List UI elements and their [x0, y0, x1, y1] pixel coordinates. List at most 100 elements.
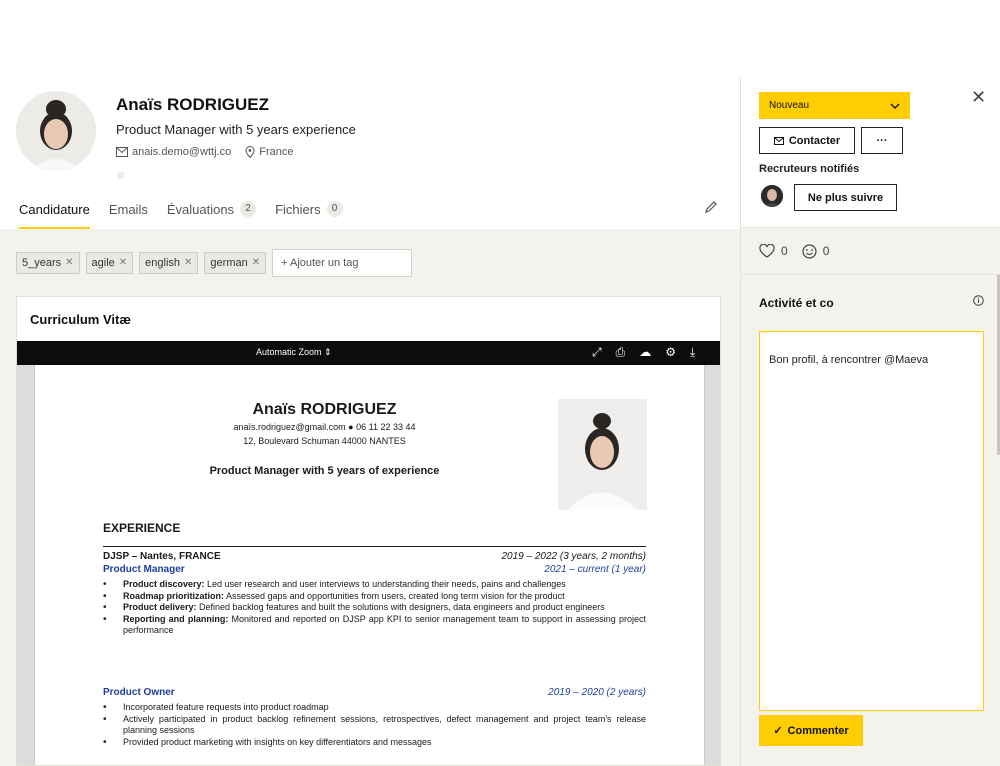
tab-label: Candidature [19, 201, 90, 217]
more-options-button[interactable]: ··· [861, 127, 903, 154]
tag-label: agile [91, 257, 115, 269]
cv-bullet-list: Product discovery: Led user research and… [103, 579, 646, 637]
candidate-meta: anais.demo@wttj.co France [116, 146, 293, 158]
section-divider [103, 546, 646, 547]
cv-company-dates: 2019 – 2022 (3 years, 2 months) [501, 551, 646, 562]
tab-label: Emails [108, 201, 148, 217]
tag-list: 5_years ✕ agile ✕ english ✕ german ✕ + Ajout… [16, 249, 413, 277]
cv-bullet-heading: Product delivery: [123, 602, 197, 612]
print-icon[interactable]: ⎙ [616, 345, 626, 360]
remove-tag-icon[interactable]: ✕ [252, 253, 260, 273]
status-dropdown[interactable]: Nouveau [759, 92, 910, 119]
remove-tag-icon[interactable]: ✕ [119, 253, 127, 273]
candidate-location: France [245, 146, 293, 158]
cv-bullet-text: Assessed gaps and opportunities from use… [224, 590, 565, 601]
activity-title: Activité et co [759, 296, 834, 310]
cv-bullet-heading: Reporting and planning: [123, 613, 229, 624]
updown-icon: ⇕ [324, 347, 332, 357]
contact-button[interactable]: Contacter [759, 127, 855, 154]
cv-bullet: Reporting and planning: Monitored and re… [103, 614, 646, 637]
like-reaction[interactable]: 0 [759, 244, 788, 258]
cv-section-title: EXPERIENCE [103, 521, 181, 535]
tab-label: Évaluations [166, 201, 235, 217]
cv-card-title: Curriculum Vitæ [30, 312, 131, 327]
like-count: 0 [781, 244, 788, 258]
cv-name: Anaïs RODRIGUEZ [252, 401, 397, 418]
pencil-icon[interactable] [704, 200, 718, 214]
tab-count-badge: 2 [240, 201, 257, 217]
cv-bullet-heading: Product discovery: [123, 579, 205, 589]
candidate-page: Anaïs RODRIGUEZ Product Manager with 5 y… [0, 0, 1000, 766]
pdf-viewport[interactable]: Anaïs RODRIGUEZ anaïs.rodriguez@gmail.co… [17, 365, 720, 765]
cv-role: Product Owner [103, 687, 175, 698]
cv-photo [558, 399, 647, 510]
cloud-download-icon[interactable]: ☁ [639, 345, 651, 360]
remove-tag-icon[interactable]: ✕ [65, 253, 73, 273]
reactions-bar: 0 0 [741, 227, 1000, 275]
cv-role-dates: 2019 – 2020 (2 years) [548, 687, 646, 698]
pdf-page: Anaïs RODRIGUEZ anaïs.rodriguez@gmail.co… [34, 365, 705, 765]
cv-contact: anaïs.rodriguez@gmail.com ● 06 11 22 33 … [233, 422, 416, 432]
cv-bullet: Roadmap prioritization: Assessed gaps an… [103, 591, 646, 603]
smile-count: 0 [822, 244, 830, 258]
candidate-headline: Product Manager with 5 years experience [116, 122, 356, 137]
candidate-tabs: Candidature Emails Évaluations 2 Fichiers… [19, 201, 343, 229]
tag-item: agile ✕ [85, 252, 134, 274]
cv-role-row: Product Manager 2021 – current (1 year) [103, 564, 646, 575]
unfollow-button[interactable]: Ne plus suivre [794, 184, 897, 211]
remove-tag-icon[interactable]: ✕ [184, 253, 192, 273]
cv-bullet: Actively participated in product backlog… [103, 714, 646, 737]
tag-label: german [210, 257, 248, 269]
comment-textarea[interactable]: Bon profil, à rencontrer @Maeva [759, 331, 984, 711]
tab-emails[interactable]: Emails [109, 201, 148, 229]
smile-icon [802, 243, 817, 259]
candidate-header: Anaïs RODRIGUEZ Product Manager with 5 y… [0, 77, 740, 229]
info-icon[interactable] [973, 295, 984, 309]
fullscreen-icon[interactable]: ⤢ [592, 345, 602, 360]
contact-button-label: Contacter [788, 134, 841, 147]
candidate-location-text: France [259, 146, 294, 158]
notified-recruiters-label: Recruteurs notifiés [759, 163, 860, 175]
activity-panel: Activité et co Bon profil, à rencontrer … [741, 275, 1000, 766]
tab-fichiers[interactable]: Fichiers 0 [275, 201, 343, 229]
cv-bullet: Product discovery: Led user research and… [103, 579, 646, 591]
cv-role-dates: 2021 – current (1 year) [544, 564, 646, 575]
gear-icon[interactable]: ⚙ [665, 345, 676, 360]
recruiter-avatar[interactable] [761, 185, 783, 207]
chevron-down-icon [890, 103, 900, 109]
tag-item: english ✕ [139, 252, 199, 274]
mail-icon [116, 147, 128, 157]
candidate-email[interactable]: anais.demo@wttj.co [116, 146, 231, 158]
cv-bullet-text: Led user research and user interviews to… [204, 579, 566, 589]
cv-role-row: Product Owner 2019 – 2020 (2 years) [103, 687, 646, 698]
close-icon[interactable]: ✕ [971, 87, 986, 108]
smile-reaction[interactable]: 0 [802, 243, 830, 259]
candidate-email-text: anais.demo@wttj.co [132, 146, 232, 158]
cv-card: Curriculum Vitæ Automatic Zoom ⇕ ⤢ ⎙ ☁ ⚙… [16, 296, 721, 766]
cv-headline: Product Manager with 5 years of experien… [209, 465, 440, 477]
add-tag-input[interactable]: + Ajouter un tag [272, 249, 413, 277]
cv-company: DJSP – Nantes, FRANCE [103, 551, 221, 562]
tab-evaluations[interactable]: Évaluations 2 [166, 201, 257, 229]
pdf-toolbar: Automatic Zoom ⇕ ⤢ ⎙ ☁ ⚙ ⤓ [17, 341, 720, 365]
cv-bullet: Incorporated feature requests into produ… [103, 702, 646, 714]
tag-label: 5_years [22, 257, 62, 269]
cv-bullet-text: Defined backlog features and built the s… [196, 602, 605, 612]
location-pin-icon [245, 146, 255, 158]
download-icon[interactable]: ⤓ [690, 345, 695, 360]
heart-icon [759, 244, 775, 258]
mail-icon [773, 136, 784, 145]
tab-count-badge: 0 [326, 201, 343, 217]
pdf-tools: ⤢ ⎙ ☁ ⚙ ⤓ [592, 345, 695, 360]
candidate-avatar [16, 91, 96, 171]
cv-role: Product Manager [103, 564, 185, 575]
comment-button[interactable]: ✓ Commenter [759, 715, 863, 746]
tab-candidature[interactable]: Candidature [19, 201, 90, 229]
zoom-select[interactable]: Automatic Zoom ⇕ [256, 347, 332, 358]
cv-address: 12, Boulevard Schuman 44000 NANTES [243, 436, 406, 446]
tag-label: english [145, 257, 181, 269]
check-icon: ✓ [773, 725, 783, 737]
cv-bullet: Provided product marketing with insights… [103, 737, 646, 749]
cv-bullet-heading: Roadmap prioritization: [123, 590, 224, 601]
tag-item: 5_years ✕ [16, 252, 80, 274]
